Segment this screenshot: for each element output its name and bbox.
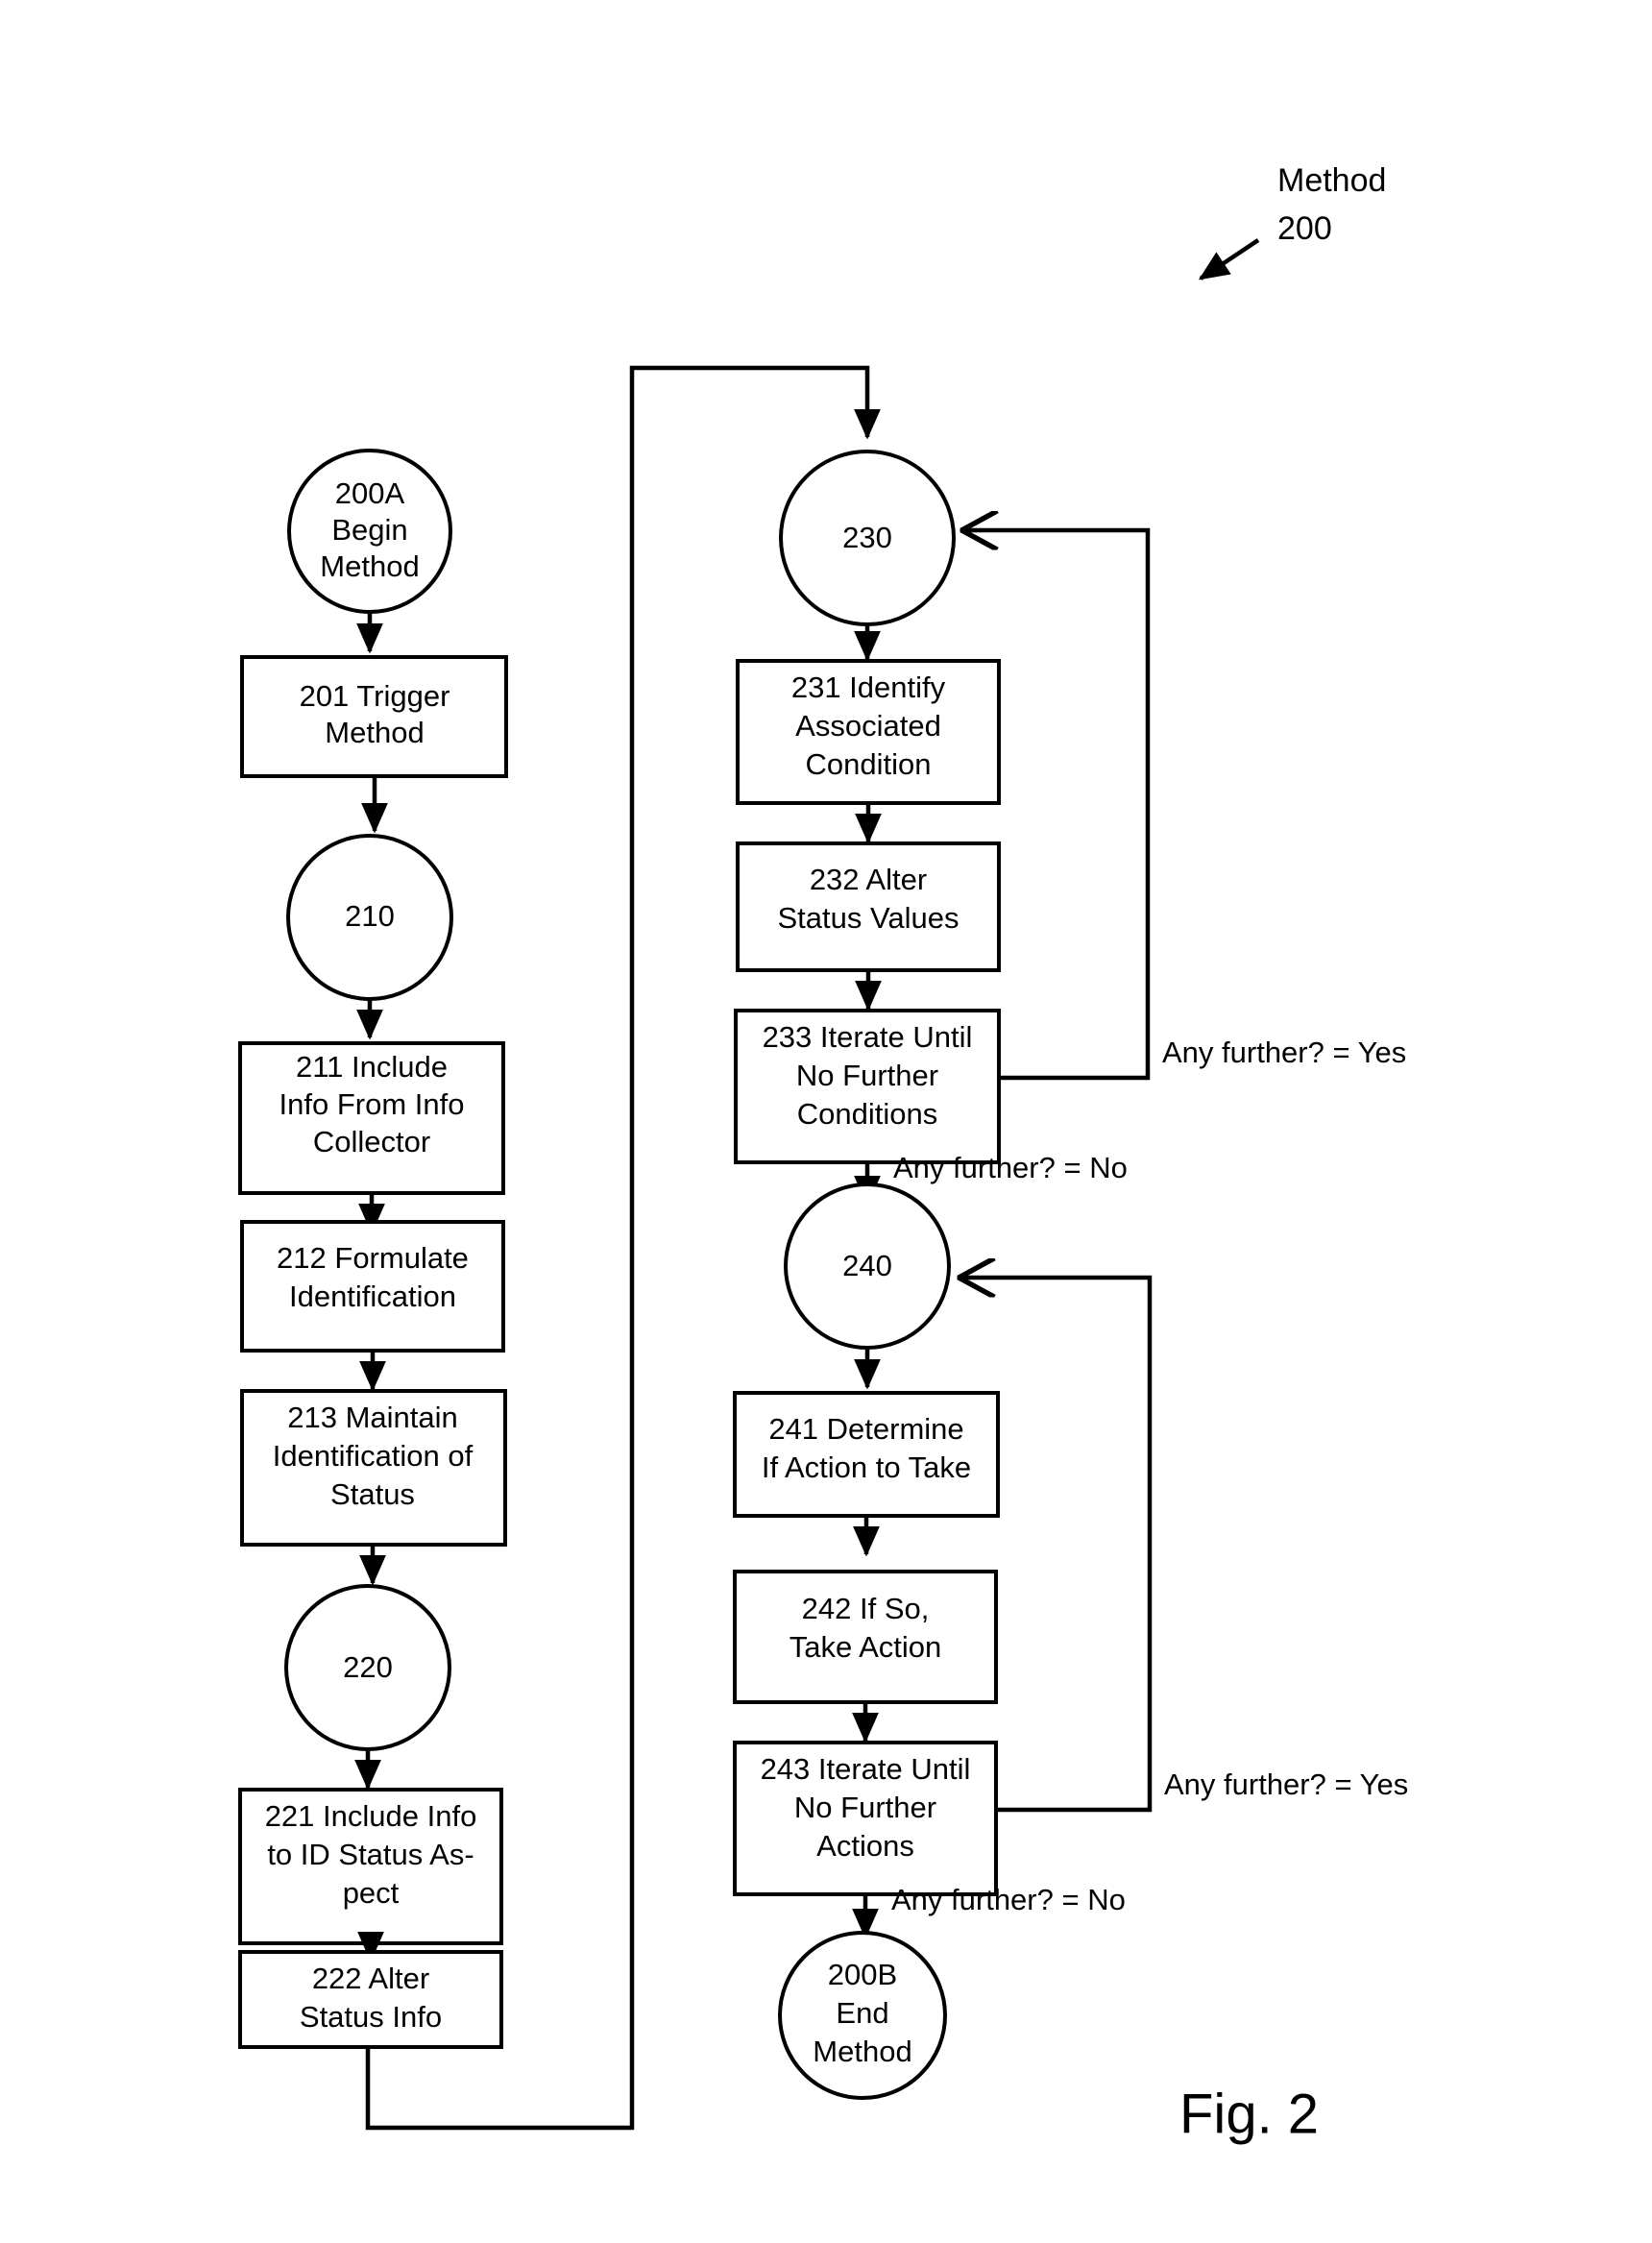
node-240: 240 xyxy=(784,1182,951,1350)
node-231-identify-associated-condition: 231 Identify Associated Condition xyxy=(736,659,1001,805)
node-201-line2: Method xyxy=(325,716,424,749)
node-242-line1: 242 If So, xyxy=(802,1592,930,1625)
node-212-line1: 212 Formulate xyxy=(277,1241,469,1275)
node-231-line3: Condition xyxy=(806,747,932,781)
node-201-trigger-method: 201 Trigger Method xyxy=(240,655,508,778)
figure-reference-callout: Method 200 xyxy=(1198,162,1386,280)
figure-caption: Fig. 2 xyxy=(1179,2083,1319,2145)
node-221-line2: to ID Status As- xyxy=(267,1838,474,1871)
node-240-label: 240 xyxy=(842,1249,892,1282)
node-243-iterate-until-no-further-actions: 243 Iterate Until No Further Actions xyxy=(733,1741,998,1896)
edge-label-cond-yes: Any further? = Yes xyxy=(1162,1036,1406,1069)
node-200a-begin-method: 200A Begin Method xyxy=(287,449,452,614)
node-200b-end-method: 200B End Method xyxy=(778,1931,947,2100)
edge-233-yes-to-230: Any further? = Yes xyxy=(963,530,1406,1081)
node-200b-line2: End xyxy=(836,1996,888,2030)
node-241-line2: If Action to Take xyxy=(762,1451,971,1484)
node-213-line3: Status xyxy=(330,1477,415,1511)
node-212-line2: Identification xyxy=(289,1280,456,1313)
node-211-line1: 211 Include xyxy=(296,1050,448,1084)
node-211-line2: Info From Info xyxy=(279,1087,465,1121)
node-221-include-info-to-id-status-aspect: 221 Include Info to ID Status As- pect xyxy=(238,1788,503,1945)
callout-arrow-icon xyxy=(1198,238,1260,280)
node-210: 210 xyxy=(286,834,453,1001)
node-200b-line3: Method xyxy=(813,2035,911,2068)
patent-flowchart-figure: Method 200 200A Begin Method 201 Trigger… xyxy=(238,162,1408,2145)
edge-label-act-yes: Any further? = Yes xyxy=(1164,1768,1408,1801)
node-232-line2: Status Values xyxy=(778,901,960,935)
edge-243-no-to-200b: Any further? = No xyxy=(852,1883,1126,1939)
node-233-iterate-until-no-further-conditions: 233 Iterate Until No Further Conditions xyxy=(734,1009,1001,1164)
node-213-line1: 213 Maintain xyxy=(287,1401,458,1434)
node-200a-line3: Method xyxy=(320,549,419,583)
node-241-determine-if-action-to-take: 241 Determine If Action to Take xyxy=(733,1391,1000,1518)
node-221-line1: 221 Include Info xyxy=(265,1799,477,1833)
node-211-include-info-from-info-collector: 211 Include Info From Info Collector xyxy=(238,1041,505,1195)
node-241-line1: 241 Determine xyxy=(768,1412,963,1446)
node-210-label: 210 xyxy=(345,899,395,933)
method-number: 200 xyxy=(1277,210,1332,247)
node-242-if-so-take-action: 242 If So, Take Action xyxy=(733,1570,998,1704)
node-243-line1: 243 Iterate Until xyxy=(761,1752,971,1786)
node-221-line3: pect xyxy=(343,1876,400,1910)
node-231-line2: Associated xyxy=(795,709,941,743)
node-243-line2: No Further xyxy=(794,1791,936,1824)
node-231-line1: 231 Identify xyxy=(791,670,946,704)
node-222-line1: 222 Alter xyxy=(312,1962,429,1995)
node-200a-line2: Begin xyxy=(331,513,407,547)
node-213-maintain-identification-of-status: 213 Maintain Identification of Status xyxy=(240,1389,507,1547)
node-213-line2: Identification of xyxy=(273,1439,474,1473)
edge-label-cond-no: Any further? = No xyxy=(893,1151,1128,1184)
node-243-line3: Actions xyxy=(816,1829,914,1863)
node-200b-line1: 200B xyxy=(828,1958,897,1991)
node-233-line2: No Further xyxy=(796,1059,938,1092)
node-220-label: 220 xyxy=(343,1650,393,1684)
node-220: 220 xyxy=(284,1584,451,1751)
edge-label-act-no: Any further? = No xyxy=(891,1883,1126,1916)
node-230: 230 xyxy=(779,450,956,626)
node-211-line3: Collector xyxy=(313,1125,430,1158)
node-232-alter-status-values: 232 Alter Status Values xyxy=(736,841,1001,972)
node-232-line1: 232 Alter xyxy=(810,863,927,896)
node-200a-line1: 200A xyxy=(335,476,405,510)
node-222-alter-status-info: 222 Alter Status Info xyxy=(238,1950,503,2049)
node-233-line1: 233 Iterate Until xyxy=(763,1020,973,1054)
edge-243-yes-to-240: Any further? = Yes xyxy=(960,1278,1408,1813)
node-212-formulate-identification: 212 Formulate Identification xyxy=(240,1220,505,1353)
node-242-line2: Take Action xyxy=(790,1630,942,1664)
node-201-line1: 201 Trigger xyxy=(300,679,450,713)
node-222-line2: Status Info xyxy=(300,2000,442,2034)
node-230-label: 230 xyxy=(842,521,892,554)
node-233-line3: Conditions xyxy=(797,1097,937,1131)
method-label: Method xyxy=(1277,162,1386,199)
